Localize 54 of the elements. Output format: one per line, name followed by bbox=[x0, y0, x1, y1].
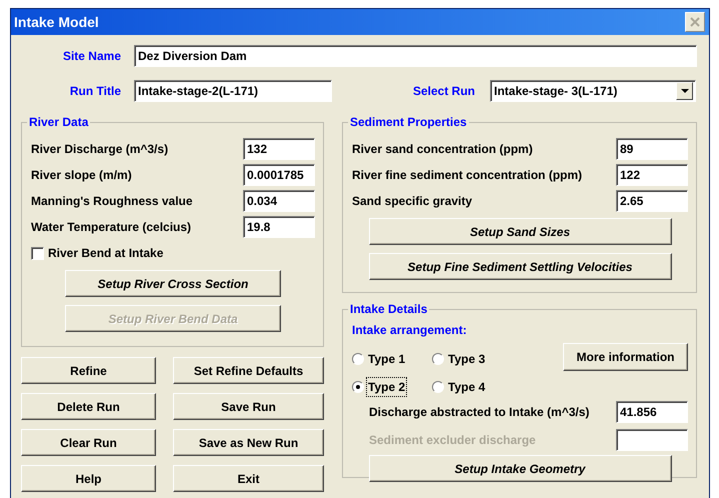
site-name-field[interactable]: Dez Diversion Dam bbox=[134, 45, 697, 67]
group-title: Intake Details bbox=[349, 303, 428, 315]
input-field[interactable]: 0.0001785 bbox=[243, 164, 315, 186]
input-field[interactable]: 2.65 bbox=[616, 190, 688, 212]
setup-button[interactable]: Setup Fine Sediment Settling Velocities bbox=[368, 253, 672, 280]
dropdown-arrow-icon bbox=[680, 89, 688, 93]
input-field[interactable]: 19.8 bbox=[243, 216, 315, 238]
radio-button[interactable] bbox=[352, 381, 364, 393]
more-information-button[interactable]: More information bbox=[563, 343, 688, 371]
action-button[interactable]: Help bbox=[21, 465, 156, 492]
checkbox[interactable] bbox=[31, 246, 44, 260]
action-button[interactable]: Save as New Run bbox=[173, 429, 324, 456]
field-label: Manning's Roughness value bbox=[31, 193, 193, 210]
group-title: Sediment Properties bbox=[349, 116, 468, 128]
field-label: River fine sediment concentration (ppm) bbox=[352, 167, 582, 184]
radio-label: Type 1 bbox=[367, 351, 406, 368]
field-label: Select Run bbox=[412, 83, 475, 100]
field-label: Run Title bbox=[68, 83, 121, 100]
close-button[interactable] bbox=[685, 12, 705, 32]
field-label: River sand concentration (ppm) bbox=[352, 141, 533, 158]
radio-label: Type 2 bbox=[366, 377, 408, 397]
action-button[interactable]: Delete Run bbox=[21, 393, 156, 420]
radio-button[interactable] bbox=[432, 353, 444, 365]
close-icon bbox=[690, 17, 700, 27]
input-field[interactable]: 0.034 bbox=[243, 190, 315, 212]
input-field[interactable]: 122 bbox=[616, 164, 688, 186]
action-button[interactable]: Set Refine Defaults bbox=[173, 357, 324, 384]
action-button[interactable]: Clear Run bbox=[21, 429, 156, 456]
field-label: River slope (m/m) bbox=[31, 167, 132, 184]
field-label: Sediment excluder discharge bbox=[369, 432, 536, 449]
section-heading: Intake arrangement: bbox=[352, 322, 468, 339]
setup-button[interactable]: Setup River Cross Section bbox=[65, 270, 281, 297]
action-button[interactable]: Exit bbox=[173, 465, 324, 492]
window-title: Intake Model bbox=[14, 12, 99, 32]
action-button[interactable]: Refine bbox=[21, 357, 156, 384]
radio-label: Type 4 bbox=[447, 379, 486, 396]
action-button[interactable]: Save Run bbox=[173, 393, 324, 420]
radio-label: Type 3 bbox=[447, 351, 486, 368]
input-field[interactable]: 41.856 bbox=[616, 401, 688, 423]
radio-button[interactable] bbox=[432, 381, 444, 393]
group-title: River Data bbox=[28, 116, 90, 128]
field-label: Discharge abstracted to Intake (m^3/s) bbox=[369, 404, 590, 421]
field-label: Sand specific gravity bbox=[352, 193, 472, 210]
field-label: River Discharge (m^3/s) bbox=[31, 141, 168, 158]
input-field[interactable]: 89 bbox=[616, 138, 688, 160]
input-field[interactable]: 132 bbox=[243, 138, 315, 160]
setup-button[interactable]: Setup Sand Sizes bbox=[368, 218, 672, 245]
field-label: Site Name bbox=[62, 48, 121, 65]
select-run-dropdown[interactable]: Intake-stage- 3(L-171) bbox=[490, 80, 696, 102]
radio-button[interactable] bbox=[352, 353, 364, 365]
setup-button[interactable]: Setup Intake Geometry bbox=[368, 455, 672, 482]
run-title-field[interactable]: Intake-stage-2(L-171) bbox=[134, 80, 332, 102]
field-label: Water Temperature (celcius) bbox=[31, 219, 192, 236]
checkbox-label: River Bend at Intake bbox=[48, 245, 164, 262]
